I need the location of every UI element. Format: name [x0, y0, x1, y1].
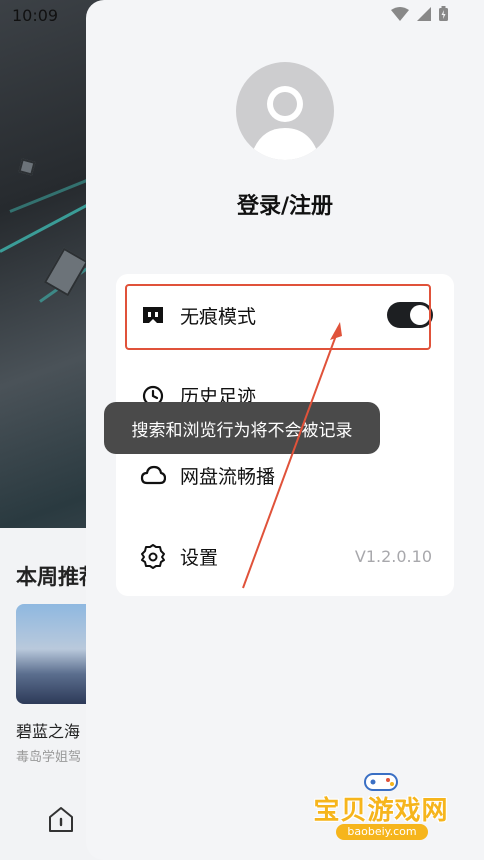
menu-item-settings[interactable]: 设置 V1.2.0.10	[116, 531, 454, 581]
menu-item-label: 设置	[180, 546, 219, 569]
app-version: V1.2.0.10	[354, 546, 432, 566]
user-placeholder-icon	[250, 86, 320, 160]
menu-item-cloud-play[interactable]: 网盘流畅播	[116, 450, 454, 500]
watermark-logo: 宝贝游戏网 baobeiy.com	[306, 770, 456, 846]
battery-icon	[439, 6, 448, 21]
status-icons	[391, 6, 448, 21]
home-icon[interactable]	[46, 804, 76, 834]
login-register-link[interactable]: 登录/注册	[86, 188, 484, 220]
wifi-icon	[391, 6, 409, 21]
gear-icon	[141, 544, 165, 569]
incognito-tooltip: 搜索和浏览行为将不会被记录	[104, 402, 380, 454]
status-time: 10:09	[12, 6, 59, 25]
signal-icon	[417, 6, 431, 21]
gamepad-icon	[364, 773, 398, 791]
background-card-title: 碧蓝之海	[16, 722, 81, 741]
annotation-highlight-box	[125, 284, 431, 350]
avatar[interactable]	[236, 62, 334, 160]
watermark-title: 宝贝游戏网	[313, 796, 449, 826]
watermark-url: baobeiy.com	[336, 824, 428, 840]
menu-item-label: 网盘流畅播	[180, 465, 276, 488]
background-card-subtitle: 毒岛学姐驾	[16, 750, 82, 765]
cloud-icon	[140, 465, 166, 485]
